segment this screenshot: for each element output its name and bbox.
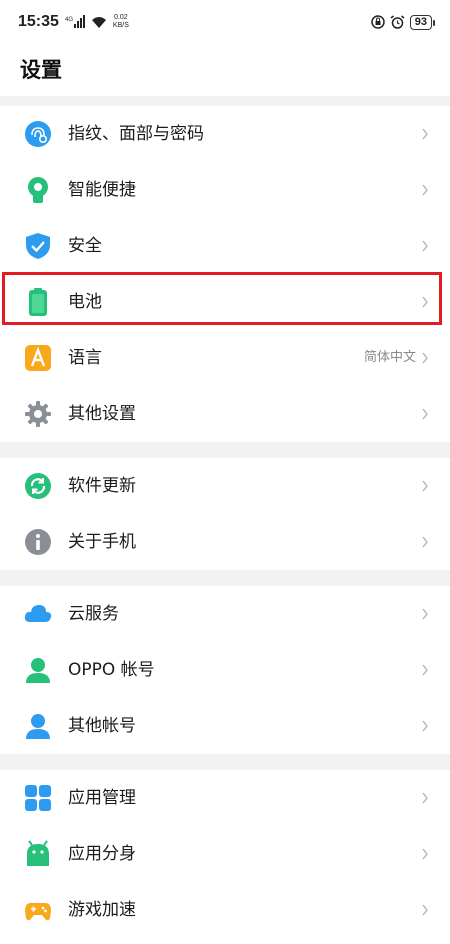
settings-item-security[interactable]: 安全 [0, 218, 450, 274]
chevron-right-icon [422, 792, 428, 804]
signal-icon: 4G [65, 15, 85, 28]
smart-assist-icon [28, 177, 48, 203]
other-account-icon [26, 714, 50, 739]
settings-item-label: 应用分身 [68, 844, 136, 864]
settings-item-game-boost[interactable]: 游戏加速 [0, 882, 450, 938]
wifi-icon [91, 16, 106, 28]
chevron-right-icon [422, 720, 428, 732]
chevron-right-icon [422, 536, 428, 548]
signal-type: 4G [65, 17, 73, 23]
settings-item-other-settings[interactable]: 其他设置 [0, 386, 450, 442]
settings-item-label: 其他帐号 [68, 716, 136, 736]
language-value: 简体中文 [363, 350, 416, 365]
settings-item-label: 关于手机 [68, 532, 136, 552]
settings-item-label: 语言 [68, 348, 102, 368]
app-clone-icon [27, 840, 49, 866]
settings-item-oppo-account[interactable]: OPPO 帐号 [0, 642, 450, 698]
chevron-right-icon [422, 184, 428, 196]
chevron-right-icon [422, 608, 428, 620]
chevron-right-icon [422, 128, 428, 140]
settings-item-label: 智能便捷 [68, 180, 136, 200]
app-management-icon [25, 785, 51, 811]
account-icon [26, 658, 50, 683]
gear-icon [25, 401, 51, 427]
network-speed-value: 0.02 [114, 14, 128, 21]
settings-item-label: 软件更新 [68, 476, 136, 496]
section-divider [0, 442, 450, 458]
settings-item-smart-assist[interactable]: 智能便捷 [0, 162, 450, 218]
chevron-right-icon [422, 240, 428, 252]
settings-item-label: 安全 [68, 236, 102, 256]
settings-item-fingerprint-face-password[interactable]: 指纹、面部与密码 [0, 106, 450, 162]
language-icon [25, 345, 51, 371]
lock-icon [371, 15, 385, 29]
status-time: 15:35 [18, 13, 59, 30]
shield-icon [26, 233, 50, 259]
page-title: 设置 [20, 58, 62, 82]
section-divider [0, 96, 450, 106]
settings-item-cloud-service[interactable]: 云服务 [0, 586, 450, 642]
chevron-right-icon [422, 408, 428, 420]
section-divider [0, 754, 450, 770]
settings-item-label: 指纹、面部与密码 [68, 124, 204, 144]
settings-item-label: 其他设置 [68, 404, 136, 424]
settings-item-app-management[interactable]: 应用管理 [0, 770, 450, 826]
settings-item-other-accounts[interactable]: 其他帐号 [0, 698, 450, 754]
settings-item-label: 应用管理 [68, 788, 136, 808]
chevron-right-icon [422, 848, 428, 860]
settings-item-software-update[interactable]: 软件更新 [0, 458, 450, 514]
network-speed: 0.02 KB/S [113, 14, 129, 30]
battery-level: 93 [409, 14, 436, 30]
section-divider [0, 570, 450, 586]
settings-item-label: OPPO 帐号 [68, 660, 155, 680]
chevron-right-icon [422, 664, 428, 676]
game-controller-icon [25, 903, 51, 921]
info-icon [25, 529, 51, 555]
settings-item-label: 云服务 [68, 604, 119, 624]
update-icon [25, 473, 51, 499]
chevron-right-icon [422, 352, 428, 364]
highlight-box [2, 272, 442, 325]
alarm-icon [390, 15, 405, 29]
settings-item-about-phone[interactable]: 关于手机 [0, 514, 450, 570]
network-speed-unit: KB/S [112, 22, 129, 29]
settings-item-label: 游戏加速 [68, 900, 136, 920]
settings-item-language[interactable]: 语言 简体中文 [0, 330, 450, 386]
cloud-icon [24, 605, 52, 622]
settings-item-app-clone[interactable]: 应用分身 [0, 826, 450, 882]
chevron-right-icon [422, 480, 428, 492]
status-bar: 15:35 4G 0.02 KB/S 93 [0, 0, 450, 44]
chevron-right-icon [422, 904, 428, 916]
fingerprint-face-icon [25, 121, 51, 147]
